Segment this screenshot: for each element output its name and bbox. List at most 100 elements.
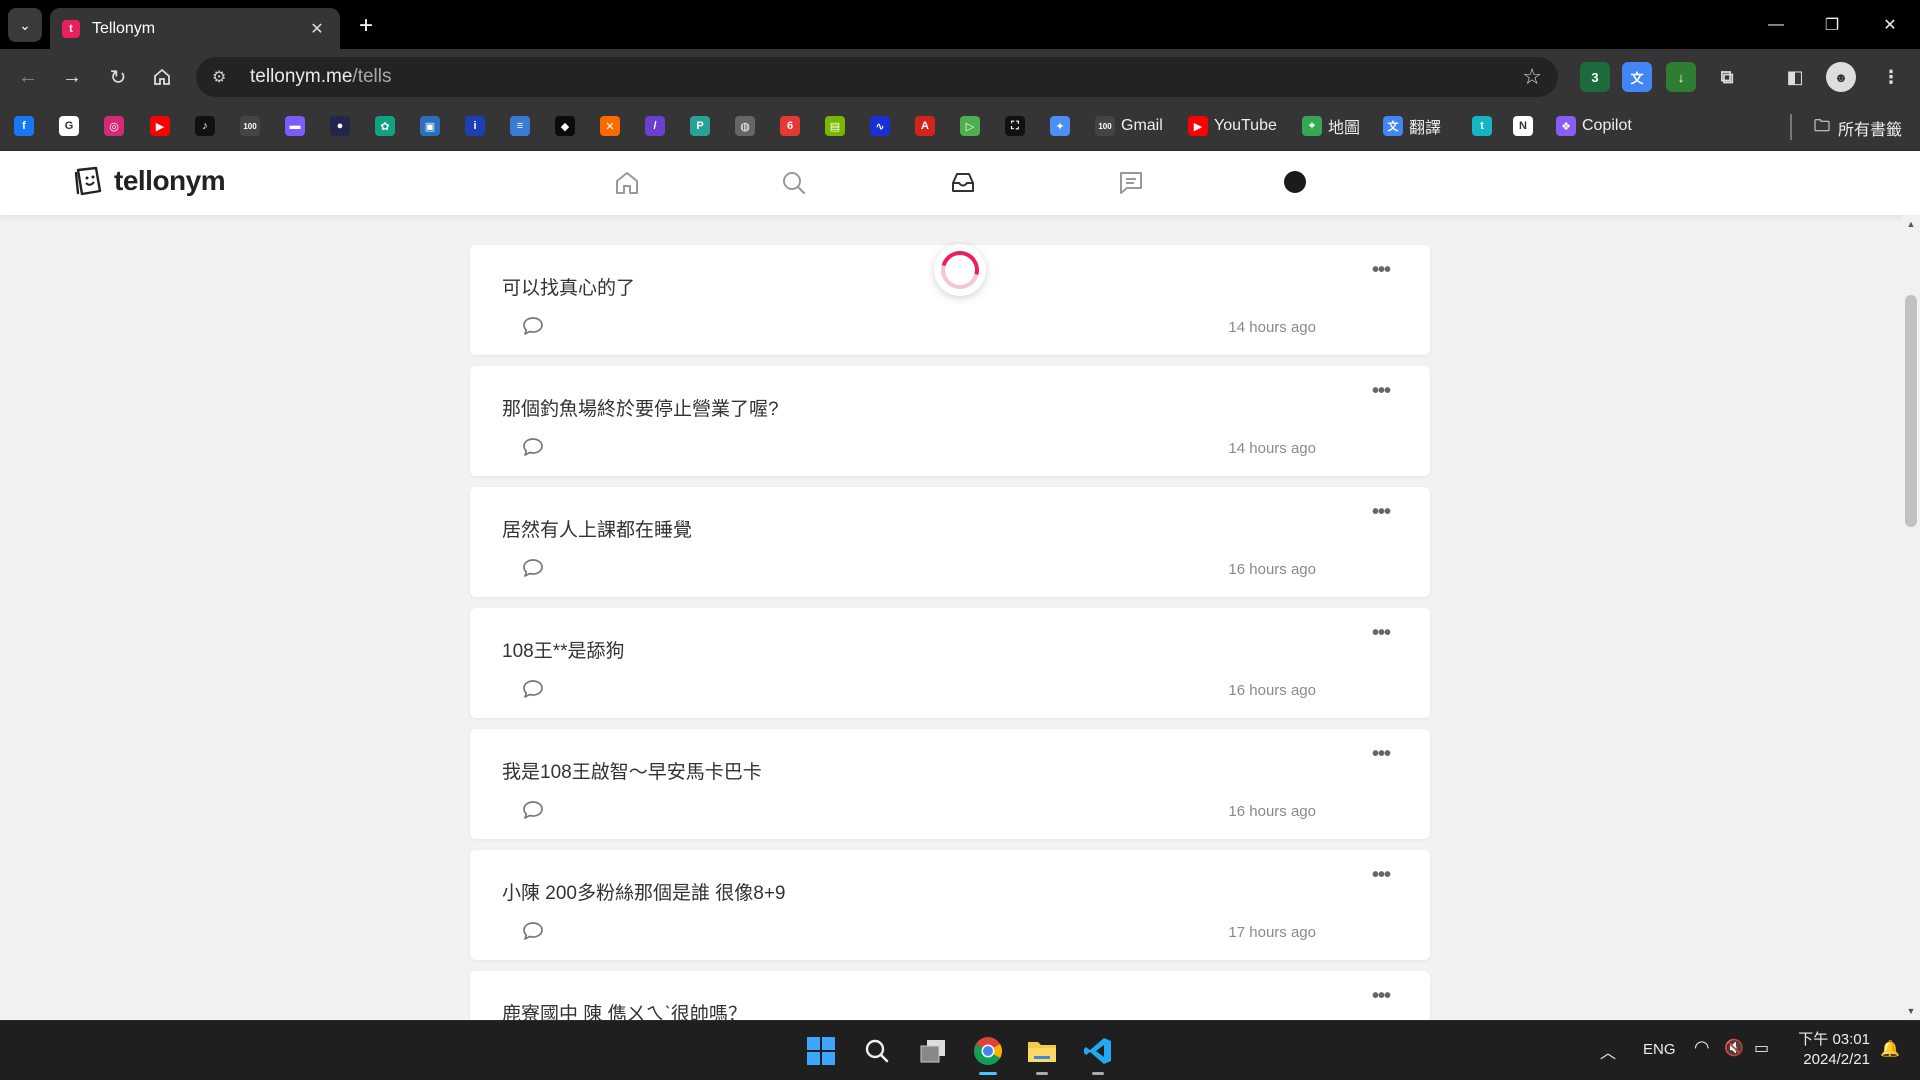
page-scrollbar[interactable]: ▲ ▼ (1902, 215, 1920, 1020)
extensions-puzzle-icon[interactable]: ⧉ (1712, 62, 1742, 92)
shield-extension-icon[interactable]: 3 (1580, 62, 1610, 92)
bookmark-stack-app[interactable]: ≡ (510, 113, 530, 139)
more-options-icon[interactable]: ••• (1372, 864, 1391, 887)
comment-icon[interactable] (522, 315, 544, 337)
bookmark-acrobat[interactable]: A (915, 113, 935, 139)
reload-button[interactable]: ↻ (102, 61, 134, 93)
bookmark-instagram[interactable]: ◎ (104, 113, 124, 139)
bookmark-star-icon[interactable]: ☆ (1522, 64, 1542, 90)
profile-avatar-nav[interactable] (1284, 171, 1306, 193)
forward-button[interactable]: → (56, 61, 88, 93)
notification-bell-icon[interactable]: 🔔 (1880, 1039, 1900, 1059)
bookmark-facebook[interactable]: f (14, 113, 34, 139)
bookmark-tiktok[interactable]: ♪ (195, 113, 215, 139)
side-panel-icon[interactable]: ◧ (1780, 62, 1810, 92)
bookmark-wave-app[interactable]: ∿ (870, 113, 890, 139)
bookmark-red-app[interactable]: 6 (780, 113, 800, 139)
bookmark-gemini[interactable]: ✦ (1050, 113, 1070, 139)
comment-icon[interactable] (522, 436, 544, 458)
back-button[interactable]: ← (12, 61, 44, 93)
bookmark-openai[interactable]: ✿ (375, 113, 395, 139)
scroll-up-icon[interactable]: ▲ (1906, 219, 1916, 229)
play-app-icon: ▷ (960, 116, 980, 136)
minimize-button[interactable]: — (1756, 10, 1796, 40)
bookmark-diamond-app[interactable]: ◆ (555, 113, 575, 139)
tell-timestamp: 16 hours ago (1228, 803, 1316, 820)
home-button[interactable] (146, 61, 178, 93)
scroll-thumb[interactable] (1905, 295, 1917, 527)
bookmark-play-app[interactable]: ▷ (960, 113, 980, 139)
bookmark-youtube[interactable]: ▶ (150, 113, 170, 139)
wifi-icon[interactable]: ◠ (1694, 1037, 1710, 1058)
taskbar-clock[interactable]: 下午 03:01 2024/2/21 (1790, 1030, 1870, 1070)
nav-search[interactable] (778, 167, 810, 199)
menu-kebab-icon[interactable]: ⋮ (1876, 62, 1906, 92)
tell-timestamp: 14 hours ago (1228, 440, 1316, 457)
purple-app-icon: / (645, 116, 665, 136)
bookmark-nvidia[interactable]: ▤ (825, 113, 845, 139)
task-view-button[interactable] (913, 1031, 953, 1071)
all-bookmarks-button[interactable]: 🗀 所有書籤 (1812, 115, 1902, 141)
language-indicator[interactable]: ENG (1643, 1041, 1676, 1058)
nav-inbox[interactable] (947, 167, 979, 199)
bookmark-t-app[interactable]: t (1472, 113, 1492, 139)
profile-avatar[interactable]: ☻ (1826, 62, 1856, 92)
tab-search-button[interactable]: ⌄ (8, 8, 42, 42)
more-options-icon[interactable]: ••• (1372, 259, 1391, 282)
scroll-down-icon[interactable]: ▼ (1906, 1006, 1916, 1016)
bookmark-square-app[interactable]: ▣ (420, 113, 440, 139)
taskbar-chrome[interactable] (968, 1031, 1008, 1075)
translate-extension-icon[interactable]: 文 (1622, 62, 1652, 92)
bookmark-i-app[interactable]: i (465, 113, 485, 139)
bookmark-teal-app[interactable]: P (690, 113, 710, 139)
tell-card[interactable]: 那個釣魚場終於要停止營業了喔? ••• 14 hours ago (470, 366, 1430, 476)
more-options-icon[interactable]: ••• (1372, 622, 1391, 645)
more-options-icon[interactable]: ••• (1372, 501, 1391, 524)
start-button[interactable] (801, 1031, 841, 1071)
bookmark-gradient-bar[interactable]: ▬ (285, 113, 305, 139)
more-options-icon[interactable]: ••• (1372, 743, 1391, 766)
comment-icon[interactable] (522, 678, 544, 700)
tell-card[interactable]: 我是108王啟智～早安馬卡巴卡 ••• 16 hours ago (470, 729, 1430, 839)
bookmark-dark-circle[interactable]: ● (330, 113, 350, 139)
comment-icon[interactable] (522, 920, 544, 942)
address-bar[interactable]: ⚙ tellonym.me/tells ☆ (196, 57, 1558, 97)
comment-icon[interactable] (522, 557, 544, 579)
bookmark-youtube-labeled[interactable]: ▶ YouTube (1188, 113, 1277, 139)
bookmark-notion[interactable]: N (1513, 113, 1533, 139)
bookmark-scan-app[interactable]: ⛶ (1005, 113, 1025, 139)
battery-icon[interactable]: ▭ (1754, 1038, 1769, 1058)
download-extension-icon[interactable]: ↓ (1666, 62, 1696, 92)
url-text[interactable]: tellonym.me/tells (250, 66, 1522, 88)
tray-overflow-icon[interactable]: ︿ (1600, 1039, 1616, 1063)
taskbar-file-explorer[interactable] (1022, 1031, 1062, 1075)
new-tab-button[interactable]: + (352, 12, 380, 40)
more-options-icon[interactable]: ••• (1372, 380, 1391, 403)
bookmark-google[interactable]: G (59, 113, 79, 139)
bookmark-orange-app[interactable]: ✕ (600, 113, 620, 139)
bookmark-gmail[interactable]: 100 Gmail (1095, 113, 1163, 139)
tell-card[interactable]: 小陳 200多粉絲那個是誰 很像8+9 ••• 17 hours ago (470, 850, 1430, 960)
bookmark-copilot[interactable]: ❖ Copilot (1556, 113, 1632, 139)
bookmark-maps[interactable]: ⌖ 地圖 (1302, 113, 1360, 139)
close-window-button[interactable]: ✕ (1870, 10, 1910, 40)
bookmark-purple-app[interactable]: / (645, 113, 665, 139)
taskbar-search-button[interactable] (857, 1031, 897, 1071)
speaker-muted-icon[interactable]: 🔇 (1724, 1038, 1744, 1058)
tab-close-icon[interactable]: ✕ (306, 19, 328, 39)
bookmark-globe[interactable]: ◍ (735, 113, 755, 139)
bookmark-hundred[interactable]: 100 (240, 113, 260, 139)
tell-text: 我是108王啟智～早安馬卡巴卡 (502, 762, 762, 783)
nav-home[interactable] (611, 167, 643, 199)
site-info-icon[interactable]: ⚙ (212, 67, 234, 87)
tell-card[interactable]: 108王**是舔狗 ••• 16 hours ago (470, 608, 1430, 718)
tell-card[interactable]: 居然有人上課都在睡覺 ••• 16 hours ago (470, 487, 1430, 597)
comment-icon[interactable] (522, 799, 544, 821)
more-options-icon[interactable]: ••• (1372, 985, 1391, 1008)
taskbar-vscode[interactable] (1078, 1031, 1118, 1075)
tellonym-logo[interactable]: tellonym (74, 165, 226, 197)
bookmark-translate[interactable]: 文翻譯 (1383, 113, 1441, 139)
nav-chats[interactable] (1115, 167, 1147, 199)
restore-button[interactable]: ❐ (1812, 10, 1852, 40)
browser-tab[interactable]: t Tellonym ✕ (50, 8, 340, 49)
